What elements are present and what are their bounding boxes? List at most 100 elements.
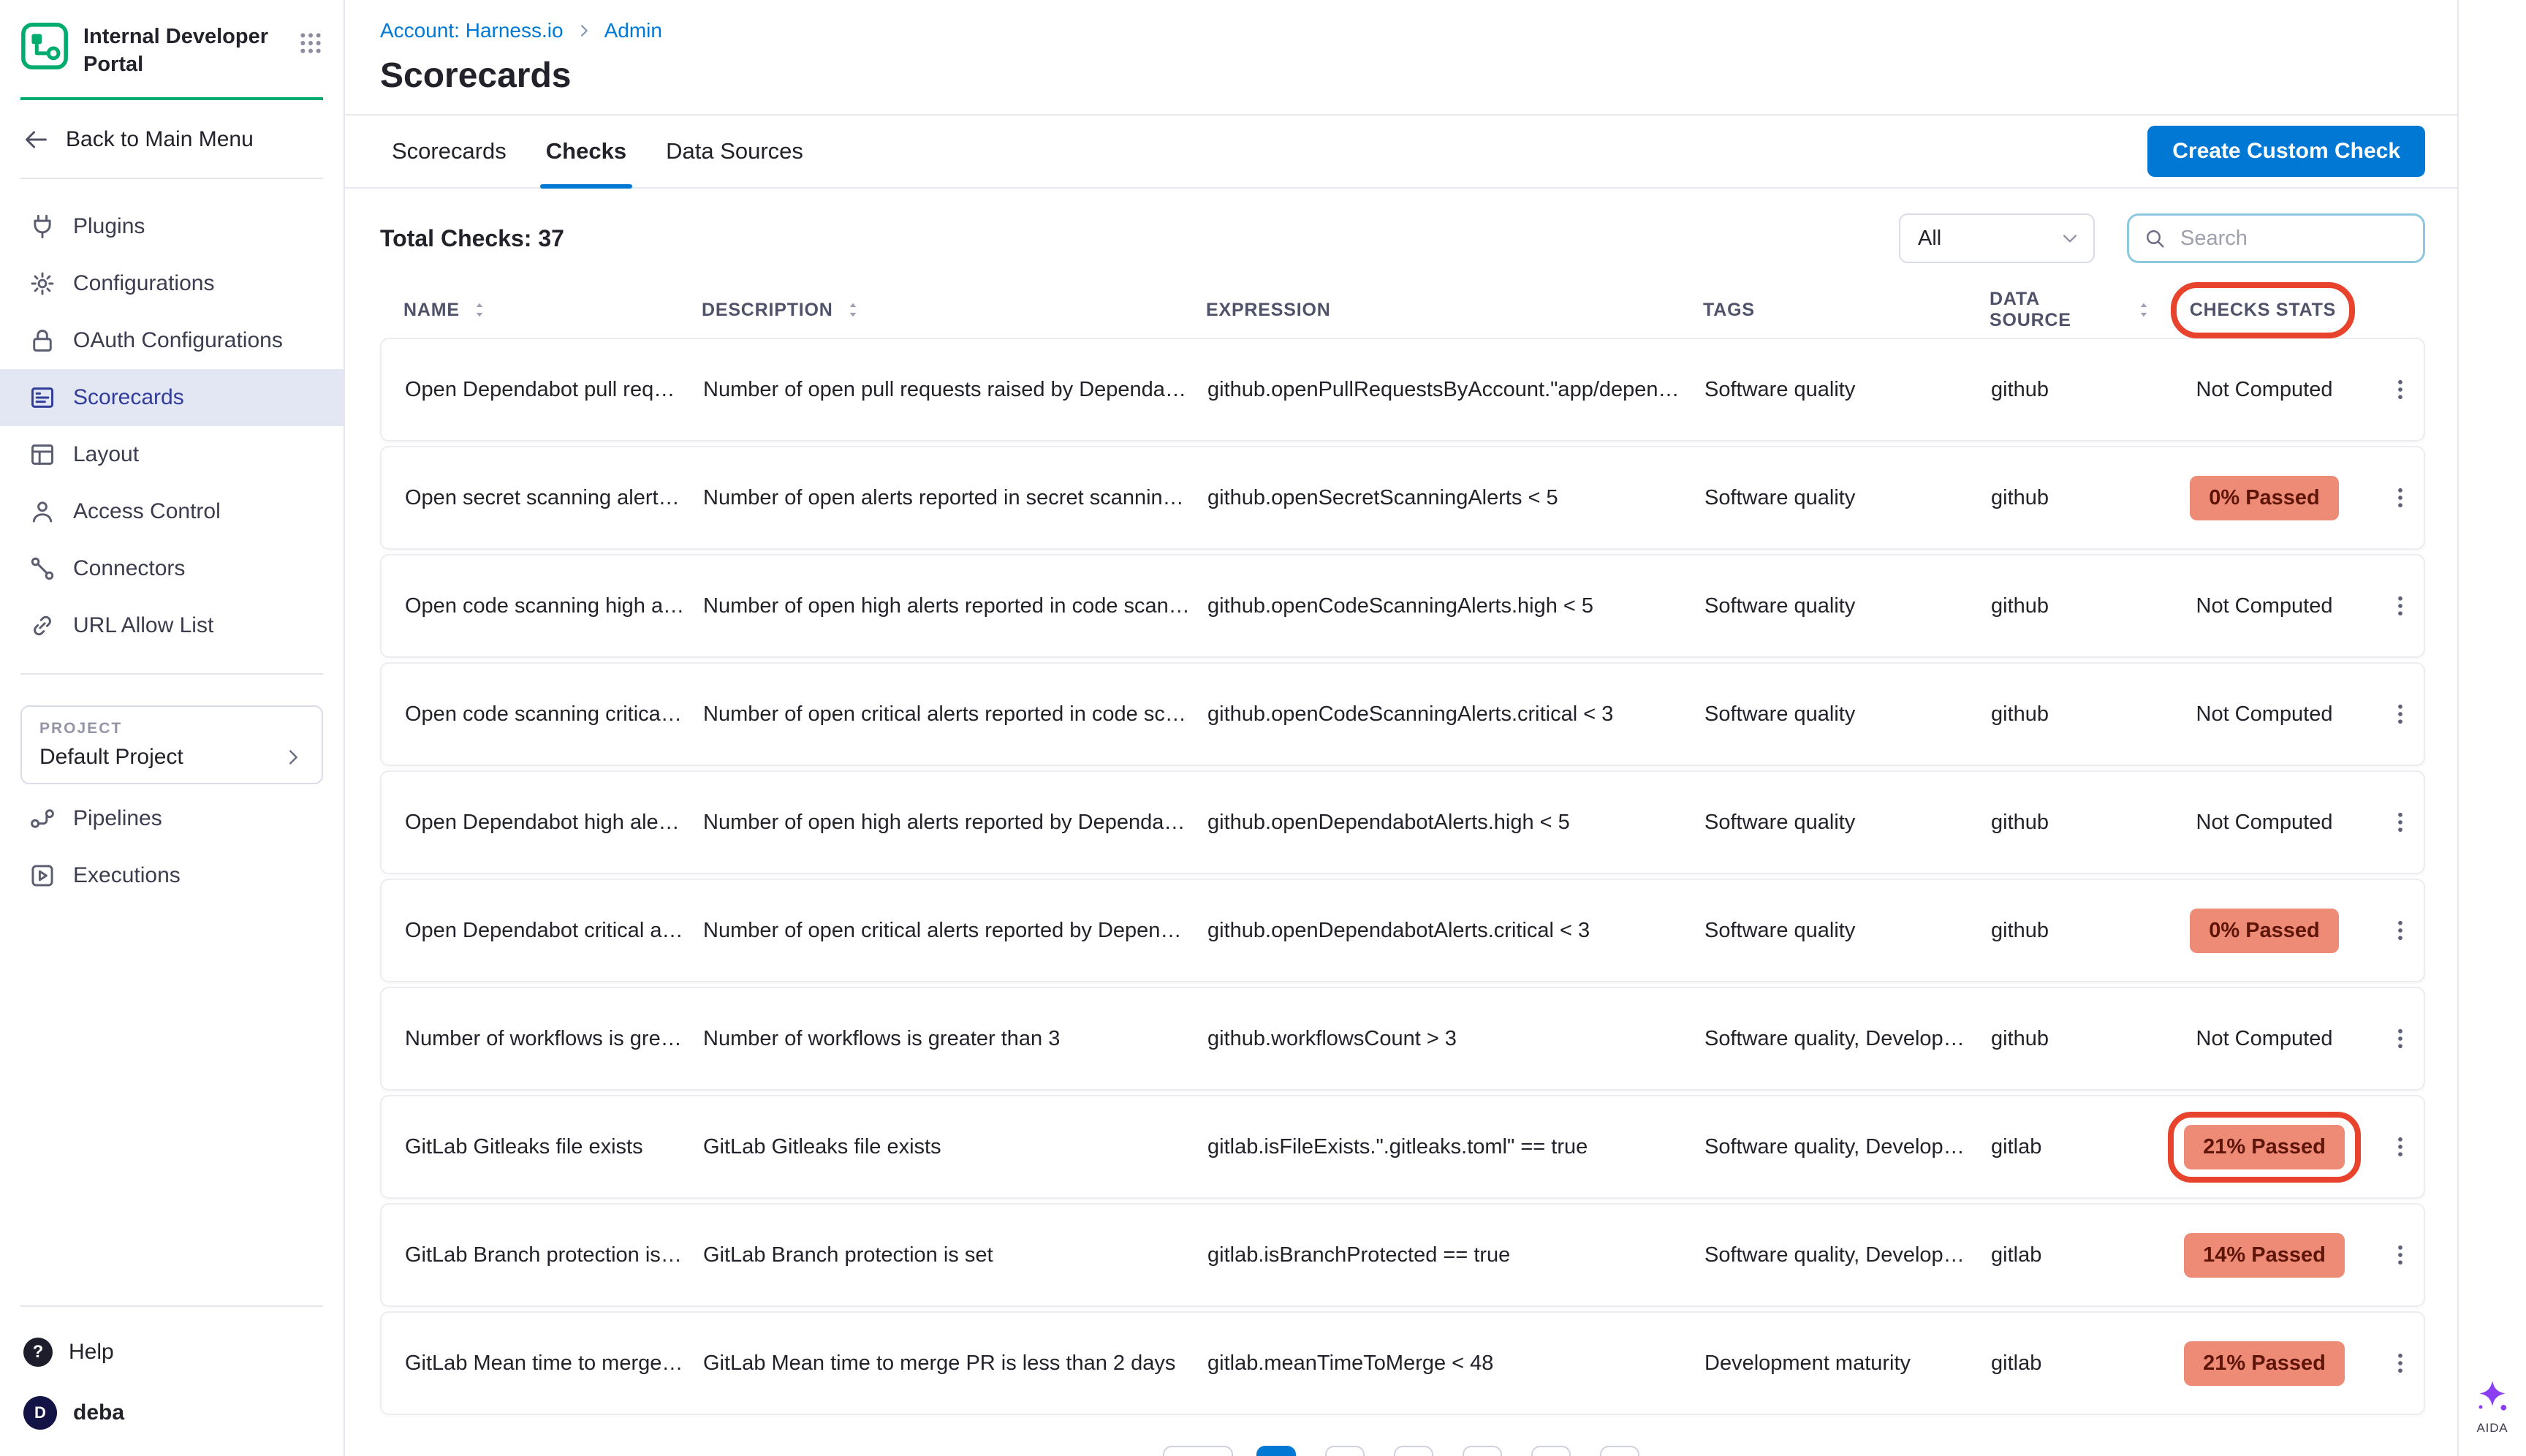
tab-scorecards[interactable]: Scorecards [392, 115, 507, 187]
sidebar-item-layout[interactable]: Layout [0, 426, 344, 483]
create-custom-check-button[interactable]: Create Custom Check [2147, 126, 2425, 177]
cell-checks-stats: Not Computed [2155, 811, 2374, 835]
apps-grid-icon[interactable] [298, 31, 323, 56]
cell-data-source: github [1991, 378, 2155, 402]
pagination-page[interactable] [1325, 1446, 1365, 1456]
sidebar-item-plugins[interactable]: Plugins [0, 198, 344, 255]
cell-description: Number of open alerts reported in secret… [703, 486, 1207, 510]
sidebar-item-access-control[interactable]: Access Control [0, 483, 344, 540]
sidebar-item-scorecards[interactable]: Scorecards [0, 369, 344, 426]
pagination-page[interactable] [1394, 1446, 1433, 1456]
cell-description: GitLab Mean time to merge PR is less tha… [703, 1351, 1207, 1376]
row-menu-button[interactable] [2380, 477, 2421, 518]
sidebar-item-connectors[interactable]: Connectors [0, 540, 344, 597]
table-row[interactable]: GitLab Gitleaks file existsGitLab Gitlea… [380, 1095, 2425, 1199]
breadcrumb-account-link[interactable]: Account: Harness.io [380, 19, 564, 42]
status-text: Not Computed [2196, 811, 2333, 835]
pagination-page[interactable] [1531, 1446, 1571, 1456]
project-selector[interactable]: PROJECT Default Project [20, 705, 323, 784]
cell-name: Open Dependabot pull request... [382, 378, 703, 402]
search-box [2127, 213, 2425, 263]
person-icon [29, 498, 56, 525]
sort-icon [470, 300, 489, 319]
table-row[interactable]: Open Dependabot critical alert...Number … [380, 879, 2425, 982]
row-menu-button[interactable] [2380, 1343, 2421, 1384]
filter-select-value: All [1918, 227, 1941, 251]
table-row[interactable]: GitLab Branch protection is setGitLab Br… [380, 1203, 2425, 1307]
table-row[interactable]: Open Dependabot pull request...Number of… [380, 338, 2425, 441]
aida-button[interactable]: AIDA [2473, 1377, 2512, 1436]
cell-description: Number of open high alerts reported in c… [703, 594, 1207, 618]
row-menu-button[interactable] [2380, 369, 2421, 410]
tab-data-sources[interactable]: Data Sources [666, 115, 803, 187]
sidebar-item-label: OAuth Configurations [73, 328, 283, 353]
sidebar-spacer [0, 904, 344, 1286]
cell-data-source: github [1991, 1027, 2155, 1051]
cell-name: Number of workflows is greate... [382, 1027, 703, 1051]
column-header-name[interactable]: NAME [380, 300, 702, 321]
right-rail: AIDA [2457, 0, 2526, 1456]
cell-expression: github.openCodeScanningAlerts.critical <… [1207, 702, 1704, 727]
table-row[interactable]: Open code scanning critical ale...Number… [380, 662, 2425, 766]
row-menu-button[interactable] [2380, 1126, 2421, 1167]
pagination-page[interactable] [1600, 1446, 1639, 1456]
table-row[interactable]: GitLab Mean time to merge PR ...GitLab M… [380, 1311, 2425, 1415]
cell-data-source: github [1991, 486, 2155, 510]
cell-name: Open Dependabot high alerts i... [382, 811, 703, 835]
help-button[interactable]: ? Help [0, 1326, 344, 1379]
status-badge: 21% Passed [2184, 1125, 2345, 1169]
column-header-data-source[interactable]: DATA SOURCE [1990, 289, 2153, 331]
back-to-main-menu[interactable]: Back to Main Menu [0, 100, 344, 159]
back-label: Back to Main Menu [66, 127, 254, 152]
tab-checks[interactable]: Checks [546, 115, 626, 187]
pagination-active[interactable] [1256, 1446, 1296, 1456]
sidebar-item-label: Plugins [73, 214, 145, 239]
checks-content: Total Checks: 37 All NAMEDESCRIPTIONEXPR… [345, 189, 2457, 1456]
status-badge: 0% Passed [2190, 476, 2339, 520]
sidebar-item-oauth-configurations[interactable]: OAuth Configurations [0, 312, 344, 369]
divider [20, 673, 323, 675]
row-menu-button[interactable] [2380, 802, 2421, 843]
breadcrumb-admin-link[interactable]: Admin [604, 19, 662, 42]
sidebar-item-executions[interactable]: Executions [0, 847, 344, 904]
column-header-expression[interactable]: EXPRESSION [1206, 300, 1703, 321]
sidebar-item-url-allow-list[interactable]: URL Allow List [0, 597, 344, 654]
filter-select[interactable]: All [1899, 213, 2095, 263]
column-header-checks-stats[interactable]: CHECKS STATS [2153, 300, 2373, 321]
sidebar-item-pipelines[interactable]: Pipelines [0, 790, 344, 847]
scorecard-icon [29, 384, 56, 411]
pagination-prev[interactable] [1163, 1446, 1233, 1456]
sort-icon [2134, 300, 2153, 319]
cell-expression: github.openCodeScanningAlerts.high < 5 [1207, 594, 1704, 618]
row-menu-button[interactable] [2380, 585, 2421, 626]
cell-data-source: github [1991, 919, 2155, 943]
table-row[interactable]: Open secret scanning alerts is ...Number… [380, 446, 2425, 550]
user-menu[interactable]: D deba [0, 1379, 344, 1456]
cell-tags: Software quality, Development... [1704, 1135, 1991, 1159]
sidebar-item-label: Layout [73, 442, 139, 467]
cell-checks-stats: Not Computed [2155, 594, 2374, 618]
page-title: Scorecards [380, 56, 2425, 96]
table-row[interactable]: Open Dependabot high alerts i...Number o… [380, 770, 2425, 874]
table-row[interactable]: Open code scanning high alert...Number o… [380, 554, 2425, 658]
cell-data-source: gitlab [1991, 1135, 2155, 1159]
cell-tags: Software quality [1704, 378, 1991, 402]
app-window: Internal Developer Portal Back to Main M… [0, 0, 2526, 1456]
row-menu-button[interactable] [2380, 910, 2421, 951]
app-title: Internal Developer Portal [83, 22, 284, 78]
status-badge: 21% Passed [2184, 1341, 2345, 1386]
sidebar-secondary-nav: PipelinesExecutions [0, 790, 344, 904]
search-input[interactable] [2177, 225, 2408, 252]
column-header-tags[interactable]: TAGS [1703, 300, 1990, 321]
aida-label: AIDA [2477, 1421, 2508, 1436]
sidebar-item-label: Configurations [73, 271, 214, 296]
table-row[interactable]: Number of workflows is greate...Number o… [380, 987, 2425, 1091]
column-header-description[interactable]: DESCRIPTION [702, 300, 1206, 321]
cell-tags: Development maturity [1704, 1351, 1991, 1376]
row-menu-button[interactable] [2380, 1018, 2421, 1059]
row-menu-button[interactable] [2380, 1235, 2421, 1275]
row-menu-button[interactable] [2380, 694, 2421, 735]
sidebar-item-configurations[interactable]: Configurations [0, 255, 344, 312]
pagination-page[interactable] [1463, 1446, 1502, 1456]
total-checks-count: Total Checks: 37 [380, 225, 564, 252]
